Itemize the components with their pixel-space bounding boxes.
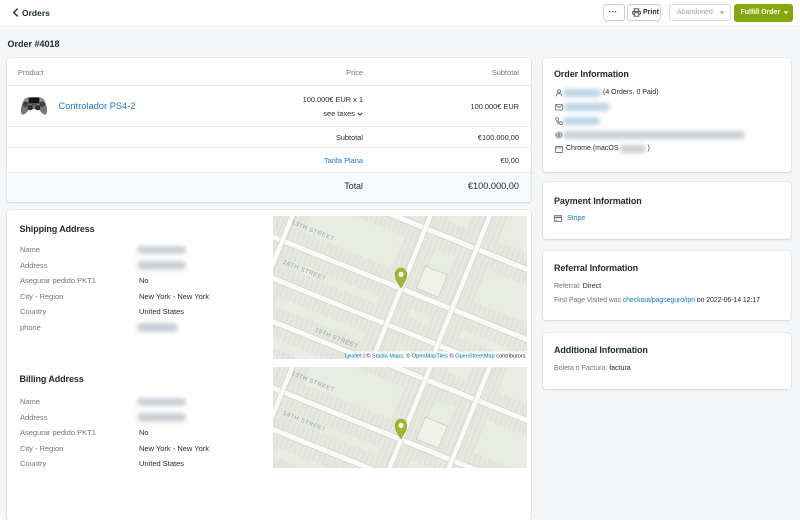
svg-text:Leaflet | © Stadia Maps, © Ope: Leaflet | © Stadia Maps, © OpenMapTiles … (344, 352, 525, 359)
